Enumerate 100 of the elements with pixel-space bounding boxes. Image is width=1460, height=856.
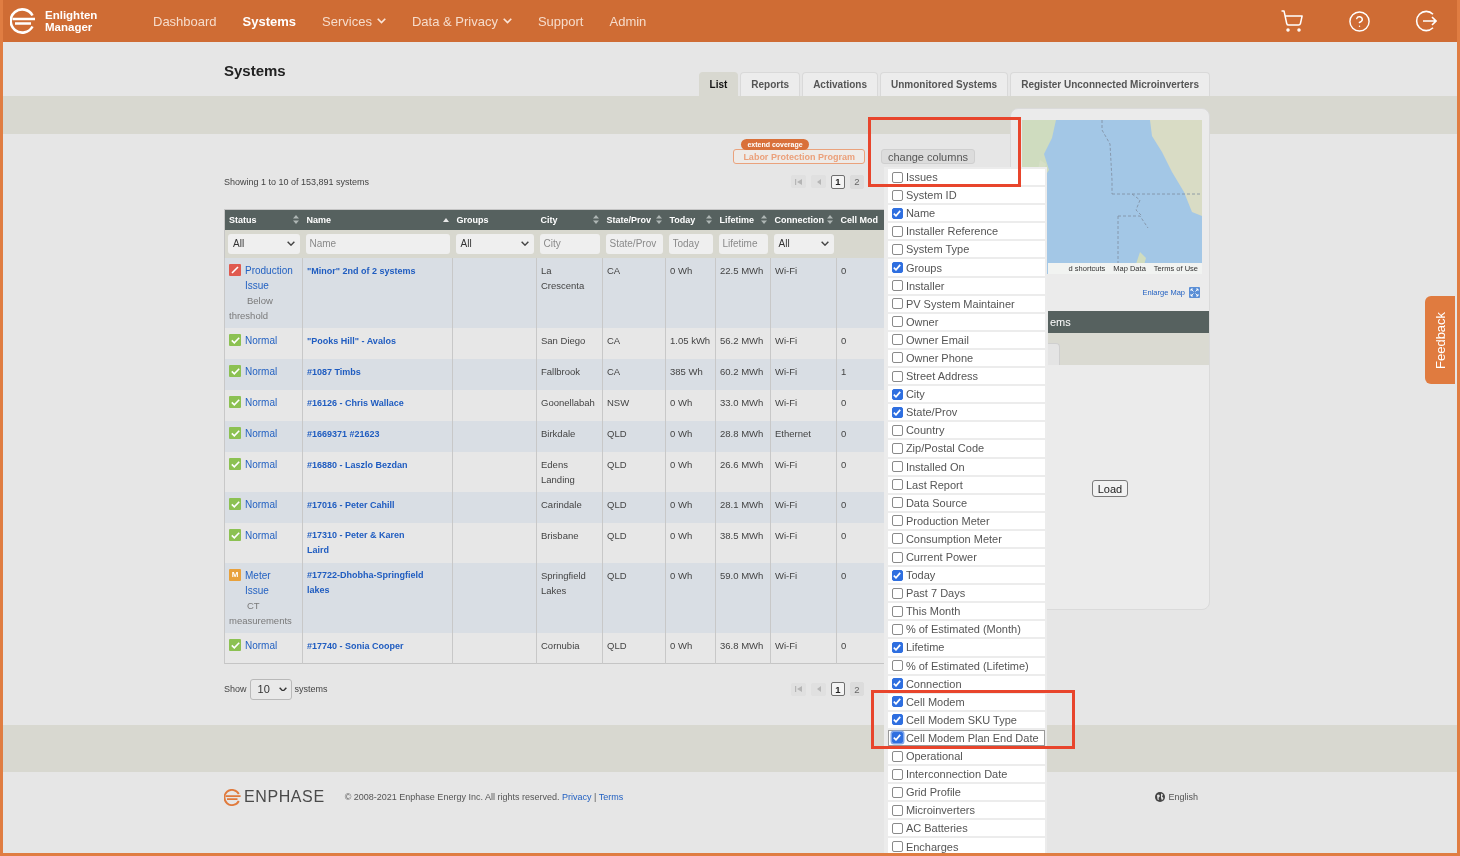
checkbox[interactable] — [891, 189, 903, 201]
column-option[interactable]: Data Source — [887, 494, 1045, 511]
column-option[interactable]: Lifetime — [887, 639, 1045, 656]
checkbox[interactable] — [891, 316, 903, 328]
column-option[interactable]: Cell Modem SKU Type — [887, 711, 1045, 728]
system-link[interactable]: #16880 - Laszlo Bezdan — [307, 457, 408, 473]
checkbox[interactable] — [891, 533, 903, 545]
system-link[interactable]: #16126 - Chris Wallace — [307, 395, 404, 411]
checkbox[interactable] — [891, 497, 903, 509]
column-option[interactable]: Installer — [887, 277, 1045, 294]
system-link[interactable]: "Minor" 2nd of 2 systems — [307, 263, 416, 279]
checkbox[interactable] — [891, 642, 903, 653]
column-option[interactable]: This Month — [887, 603, 1045, 620]
status-link[interactable]: Normal — [245, 496, 295, 512]
checkbox[interactable] — [891, 280, 903, 292]
column-option[interactable]: Zip/Postal Code — [887, 440, 1045, 457]
tab[interactable]: List — [698, 72, 739, 96]
checkbox[interactable] — [891, 750, 903, 762]
filter-field[interactable]: Name — [305, 233, 450, 254]
checkbox[interactable] — [891, 822, 903, 834]
logout-icon[interactable] — [1415, 10, 1437, 32]
checkbox[interactable] — [891, 298, 903, 310]
column-option[interactable]: City — [887, 386, 1045, 403]
checkbox[interactable] — [891, 786, 903, 798]
checkbox[interactable] — [891, 207, 903, 219]
checkbox[interactable] — [891, 352, 903, 364]
column-option[interactable]: Current Power — [887, 548, 1045, 566]
column-header[interactable]: Connection — [770, 209, 837, 230]
checkbox[interactable] — [891, 605, 903, 617]
change-columns-button[interactable]: change columns — [880, 149, 975, 164]
system-link[interactable]: #17722-Dhobha-Springfield lakes — [307, 567, 426, 598]
terms-link[interactable]: Terms — [598, 792, 624, 802]
cart-icon[interactable] — [1280, 9, 1304, 33]
checkbox[interactable] — [891, 225, 903, 237]
column-option[interactable]: Owner — [887, 313, 1045, 330]
tab[interactable]: Reports — [740, 72, 801, 96]
filter-field[interactable]: Today — [668, 233, 713, 254]
checkbox[interactable] — [891, 406, 903, 418]
system-link[interactable]: "Pooks Hill" - Avalos — [307, 333, 396, 349]
tab[interactable]: Unmonitored Systems — [880, 72, 1009, 96]
checkbox[interactable] — [891, 714, 903, 726]
checkbox[interactable] — [891, 678, 903, 690]
checkbox[interactable] — [891, 660, 903, 672]
system-link[interactable]: #17310 - Peter & Karen Laird — [307, 527, 426, 558]
column-option[interactable]: Consumption Meter — [887, 530, 1045, 547]
status-link[interactable]: Normal — [245, 425, 295, 441]
checkbox[interactable] — [891, 424, 903, 436]
checkbox[interactable] — [891, 515, 903, 527]
expand-icon[interactable] — [1189, 287, 1200, 298]
status-link[interactable]: Normal — [245, 456, 295, 472]
column-option[interactable]: Name — [887, 205, 1045, 222]
checkbox[interactable] — [891, 334, 903, 346]
column-option[interactable]: System Type — [887, 241, 1045, 258]
column-option[interactable]: Cell Modem — [887, 693, 1045, 710]
page-button[interactable]: 1 — [831, 682, 845, 696]
column-option[interactable]: Issues — [887, 169, 1045, 186]
checkbox[interactable] — [891, 551, 903, 563]
column-option[interactable]: Grid Profile — [887, 784, 1045, 801]
checkbox[interactable] — [891, 388, 903, 400]
system-link[interactable]: #17016 - Peter Cahill — [307, 497, 395, 513]
checkbox[interactable] — [891, 370, 903, 382]
column-header[interactable]: Status — [224, 209, 303, 230]
help-icon[interactable] — [1348, 9, 1371, 33]
page-button[interactable]: 2 — [850, 682, 864, 696]
column-option[interactable]: Street Address — [887, 368, 1045, 385]
column-header[interactable]: City — [536, 209, 603, 230]
checkbox[interactable] — [891, 587, 903, 599]
checkbox[interactable] — [891, 262, 903, 273]
status-link[interactable]: Normal — [245, 332, 295, 348]
column-option[interactable]: AC Batteries — [887, 820, 1045, 837]
column-option[interactable]: Installed On — [887, 458, 1045, 475]
column-option[interactable]: Microinverters — [887, 802, 1045, 819]
tab[interactable]: Register Unconnected Microinverters — [1010, 72, 1210, 96]
column-option[interactable]: PV System Maintainer — [887, 295, 1045, 312]
column-option[interactable]: Installer Reference — [887, 223, 1045, 240]
checkbox[interactable] — [891, 461, 903, 473]
checkbox[interactable] — [891, 442, 903, 454]
column-option[interactable]: Groups — [887, 259, 1045, 276]
column-option[interactable]: % of Estimated (Month) — [887, 621, 1045, 638]
checkbox[interactable] — [891, 841, 903, 852]
filter-field[interactable]: Lifetime — [718, 233, 768, 254]
column-option[interactable]: System ID — [887, 187, 1045, 204]
column-header[interactable]: Lifetime — [715, 209, 771, 230]
page-button[interactable]: 2 — [850, 174, 864, 189]
checkbox[interactable] — [891, 171, 903, 183]
column-header[interactable]: Today — [665, 209, 716, 230]
column-option[interactable]: Country — [887, 422, 1045, 439]
column-option[interactable]: State/Prov — [887, 404, 1045, 421]
column-option[interactable]: Owner Email — [887, 331, 1045, 348]
checkbox[interactable] — [891, 243, 903, 255]
status-link[interactable]: Normal — [245, 527, 295, 543]
checkbox[interactable] — [891, 479, 903, 491]
status-link[interactable]: Production Issue — [245, 262, 295, 293]
column-option[interactable]: Today — [887, 567, 1045, 584]
column-option[interactable]: Owner Phone — [887, 349, 1045, 367]
column-header[interactable]: State/Prov — [602, 209, 666, 230]
system-link[interactable]: #1087 Timbs — [307, 364, 361, 380]
column-option[interactable]: Cell Modem Plan End Date — [887, 729, 1045, 746]
column-header[interactable]: Name — [302, 209, 453, 230]
filter-select[interactable]: All — [228, 233, 300, 254]
